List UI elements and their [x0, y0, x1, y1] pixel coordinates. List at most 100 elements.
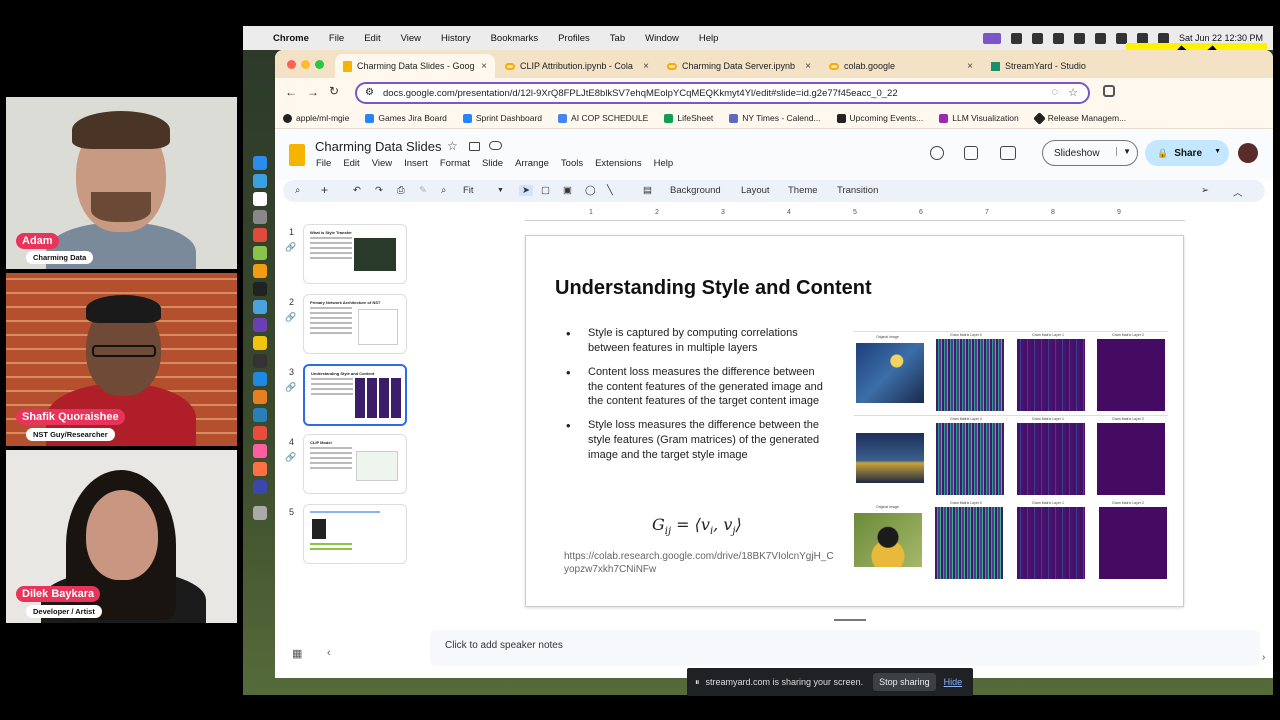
comments-icon[interactable] — [964, 146, 978, 160]
chevron-down-icon[interactable]: ▼ — [497, 187, 504, 194]
bookmark-item[interactable]: AI COP SCHEDULE — [558, 113, 648, 123]
forward-icon[interactable]: → — [307, 85, 319, 99]
menu-bookmarks[interactable]: Bookmarks — [491, 33, 539, 44]
slides-logo-icon[interactable] — [289, 144, 305, 166]
reload-icon[interactable]: ↻ — [329, 84, 339, 98]
menu-file[interactable]: File — [329, 33, 344, 44]
extensions-icon[interactable] — [1103, 85, 1115, 97]
status-icon[interactable] — [1010, 32, 1022, 44]
search-icon[interactable] — [1136, 32, 1148, 44]
bookmark-item[interactable]: LifeSheet — [664, 113, 713, 123]
slide-thumbnail-selected[interactable]: Understanding Style and Content — [303, 364, 407, 426]
app-menu-file[interactable]: File — [316, 158, 331, 169]
bookmark-item[interactable]: Games Jira Board — [365, 113, 447, 123]
app-menu-view[interactable]: View — [372, 158, 392, 169]
dock-app-icon[interactable] — [253, 426, 267, 440]
star-icon[interactable]: ☆ — [447, 139, 458, 153]
tab-colab-google[interactable]: colab.google × — [821, 54, 981, 78]
close-tab-icon[interactable]: × — [967, 61, 973, 72]
back-icon[interactable]: ← — [285, 85, 297, 99]
notes-resize-handle[interactable] — [834, 619, 866, 621]
share-button[interactable]: 🔒 Share ▼ — [1145, 140, 1229, 166]
close-window-icon[interactable] — [287, 60, 296, 69]
bullet-list[interactable]: Style is captured by computing correlati… — [566, 325, 828, 472]
dock-app-icon[interactable] — [253, 282, 267, 296]
dock-app-icon[interactable] — [253, 192, 267, 206]
chevron-down-icon[interactable]: ▼ — [1214, 148, 1221, 155]
wifi-icon[interactable] — [1115, 32, 1127, 44]
menu-window[interactable]: Window — [645, 33, 679, 44]
minimize-window-icon[interactable] — [301, 60, 310, 69]
app-menu-slide[interactable]: Slide — [482, 158, 503, 169]
collapse-filmstrip-icon[interactable]: ‹ — [327, 647, 331, 659]
site-info-icon[interactable]: ⚙ — [365, 87, 374, 98]
menu-view[interactable]: View — [401, 33, 421, 44]
chevron-up-icon[interactable]: ︿ — [1233, 185, 1243, 199]
cloud-status-icon[interactable] — [489, 141, 502, 150]
trash-icon[interactable] — [253, 506, 267, 520]
bookmark-item[interactable]: NY Times - Calend... — [729, 113, 821, 123]
meet-icon[interactable] — [1000, 146, 1016, 160]
tab-server-notebook[interactable]: Charming Data Server.ipynb × — [659, 54, 819, 78]
search-menus-icon[interactable]: ⌕ — [295, 185, 300, 196]
app-menu-arrange[interactable]: Arrange — [515, 158, 549, 169]
bookmark-item[interactable]: Sprint Dashboard — [462, 113, 542, 123]
avatar[interactable] — [1238, 143, 1258, 163]
dock-app-icon[interactable] — [253, 264, 267, 278]
dock-app-icon[interactable] — [253, 318, 267, 332]
layout-button[interactable]: Layout — [741, 185, 770, 196]
new-slide-icon[interactable]: + — [321, 183, 328, 197]
menu-app-name[interactable]: Chrome — [273, 33, 309, 44]
paint-format-icon[interactable]: ✎ — [419, 185, 427, 196]
print-icon[interactable]: ⎙ — [397, 185, 405, 196]
control-center-icon[interactable] — [1157, 32, 1169, 44]
bookmark-item[interactable]: Upcoming Events... — [836, 113, 923, 123]
speaker-notes-placeholder[interactable]: Click to add speaker notes — [445, 640, 563, 651]
slide-thumbnail[interactable]: Primary Network Architecture of NST — [303, 294, 407, 354]
close-tab-icon[interactable]: × — [481, 61, 487, 72]
menu-edit[interactable]: Edit — [364, 33, 380, 44]
menu-history[interactable]: History — [441, 33, 471, 44]
menu-profiles[interactable]: Profiles — [558, 33, 590, 44]
dock-app-icon[interactable] — [253, 390, 267, 404]
slide-thumbnail[interactable] — [303, 504, 407, 564]
gram-matrix-figure[interactable]: Original Image Gram Matrix Layer 0 Gram … — [854, 331, 1168, 581]
app-menu-extensions[interactable]: Extensions — [595, 158, 641, 169]
status-icon[interactable] — [1094, 32, 1106, 44]
dock-app-icon[interactable] — [253, 408, 267, 422]
slideshow-button[interactable]: Slideshow ▼ — [1042, 140, 1138, 166]
select-tool-icon[interactable]: ➤ — [519, 185, 533, 196]
eye-off-icon[interactable]: ◌ — [1051, 86, 1058, 98]
dock-app-icon[interactable] — [253, 354, 267, 368]
comment-add-icon[interactable]: ▤ — [643, 185, 652, 196]
tab-streamyard[interactable]: StreamYard - Studio — [983, 54, 1125, 78]
dock-app-icon[interactable] — [253, 462, 267, 476]
close-tab-icon[interactable]: × — [643, 61, 649, 72]
slide-thumbnail[interactable]: CLIP Model — [303, 434, 407, 494]
dock-app-icon[interactable] — [253, 228, 267, 242]
menu-help[interactable]: Help — [699, 33, 719, 44]
dock-app-icon[interactable] — [253, 480, 267, 494]
gram-matrix-formula[interactable]: Gij = ⟨vi, vj⟩ — [652, 515, 742, 537]
background-button[interactable]: Background — [670, 185, 721, 196]
status-icon[interactable] — [982, 32, 1001, 44]
expand-side-panel-icon[interactable]: › — [1262, 652, 1265, 663]
move-folder-icon[interactable] — [469, 142, 480, 151]
close-tab-icon[interactable]: × — [805, 61, 811, 72]
bookmark-star-icon[interactable]: ☆ — [1068, 86, 1078, 99]
chevron-down-icon[interactable]: ▼ — [1116, 147, 1131, 156]
dock-app-icon[interactable] — [253, 300, 267, 314]
clock[interactable]: Sat Jun 22 12:30 PM — [1179, 33, 1263, 43]
dock-app-icon[interactable] — [253, 210, 267, 224]
text-box-icon[interactable]: ▢ — [541, 185, 550, 196]
version-history-icon[interactable] — [930, 146, 944, 160]
pen-tool-icon[interactable]: ➢ — [1201, 185, 1209, 196]
grid-view-icon[interactable]: ▦ — [292, 647, 302, 660]
address-bar[interactable]: ⚙ docs.google.com/presentation/d/12l-9Xr… — [355, 82, 1090, 104]
stop-sharing-button[interactable]: Stop sharing — [873, 673, 936, 691]
zoom-select[interactable]: Fit — [463, 185, 474, 196]
dock-app-icon[interactable] — [253, 444, 267, 458]
zoom-icon[interactable]: ⌕ — [441, 185, 446, 196]
document-title[interactable]: Charming Data Slides — [315, 139, 441, 154]
colab-link-text[interactable]: https://colab.research.google.com/drive/… — [564, 550, 834, 576]
